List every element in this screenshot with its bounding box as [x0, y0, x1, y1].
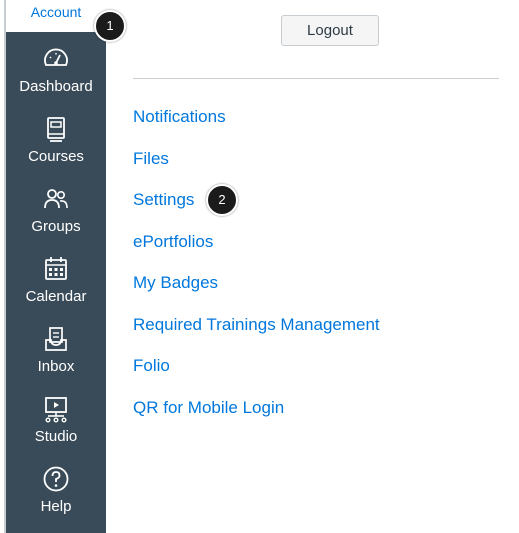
nav-item-courses[interactable]: Courses — [6, 108, 106, 176]
studio-icon — [45, 397, 67, 423]
link-qr-mobile-login[interactable]: QR for Mobile Login — [133, 398, 284, 418]
callout-1: 1 — [94, 10, 126, 42]
link-eportfolios[interactable]: ePortfolios — [133, 232, 213, 252]
link-my-badges[interactable]: My Badges — [133, 273, 218, 293]
courses-icon — [47, 117, 65, 142]
nav-label-dashboard: Dashboard — [19, 78, 93, 95]
callout-2: 2 — [206, 184, 238, 216]
nav-label-help: Help — [40, 498, 72, 515]
nav-item-dashboard[interactable]: Dashboard — [6, 38, 106, 106]
link-folio[interactable]: Folio — [133, 356, 170, 376]
logout-button[interactable]: Logout — [281, 15, 379, 46]
link-required-trainings-management[interactable]: Required Trainings Management — [133, 315, 380, 335]
link-settings[interactable]: Settings — [133, 190, 194, 210]
link-files[interactable]: Files — [133, 149, 169, 169]
nav-item-studio[interactable]: Studio — [6, 388, 106, 456]
nav-item-groups[interactable]: Groups — [6, 178, 106, 246]
nav-item-inbox[interactable]: Inbox — [6, 318, 106, 386]
inbox-icon — [45, 327, 67, 351]
nav-label-groups: Groups — [31, 218, 81, 235]
link-notifications[interactable]: Notifications — [133, 107, 226, 127]
nav-label-inbox: Inbox — [37, 358, 75, 375]
account-label: Account — [30, 4, 82, 20]
nav-label-studio: Studio — [34, 428, 78, 445]
nav-label-courses: Courses — [28, 148, 84, 165]
account-tab[interactable]: Account — [6, 0, 106, 32]
divider — [133, 78, 499, 79]
groups-icon — [44, 189, 68, 209]
nav-item-help[interactable]: Help — [6, 458, 106, 526]
help-icon — [43, 466, 69, 492]
calendar-icon — [45, 257, 67, 280]
global-nav-sidebar: Dashboard Courses Groups Calendar Inbox … — [6, 32, 106, 533]
nav-label-calendar: Calendar — [25, 288, 87, 305]
dashboard-icon — [44, 48, 68, 66]
nav-item-calendar[interactable]: Calendar — [6, 248, 106, 316]
